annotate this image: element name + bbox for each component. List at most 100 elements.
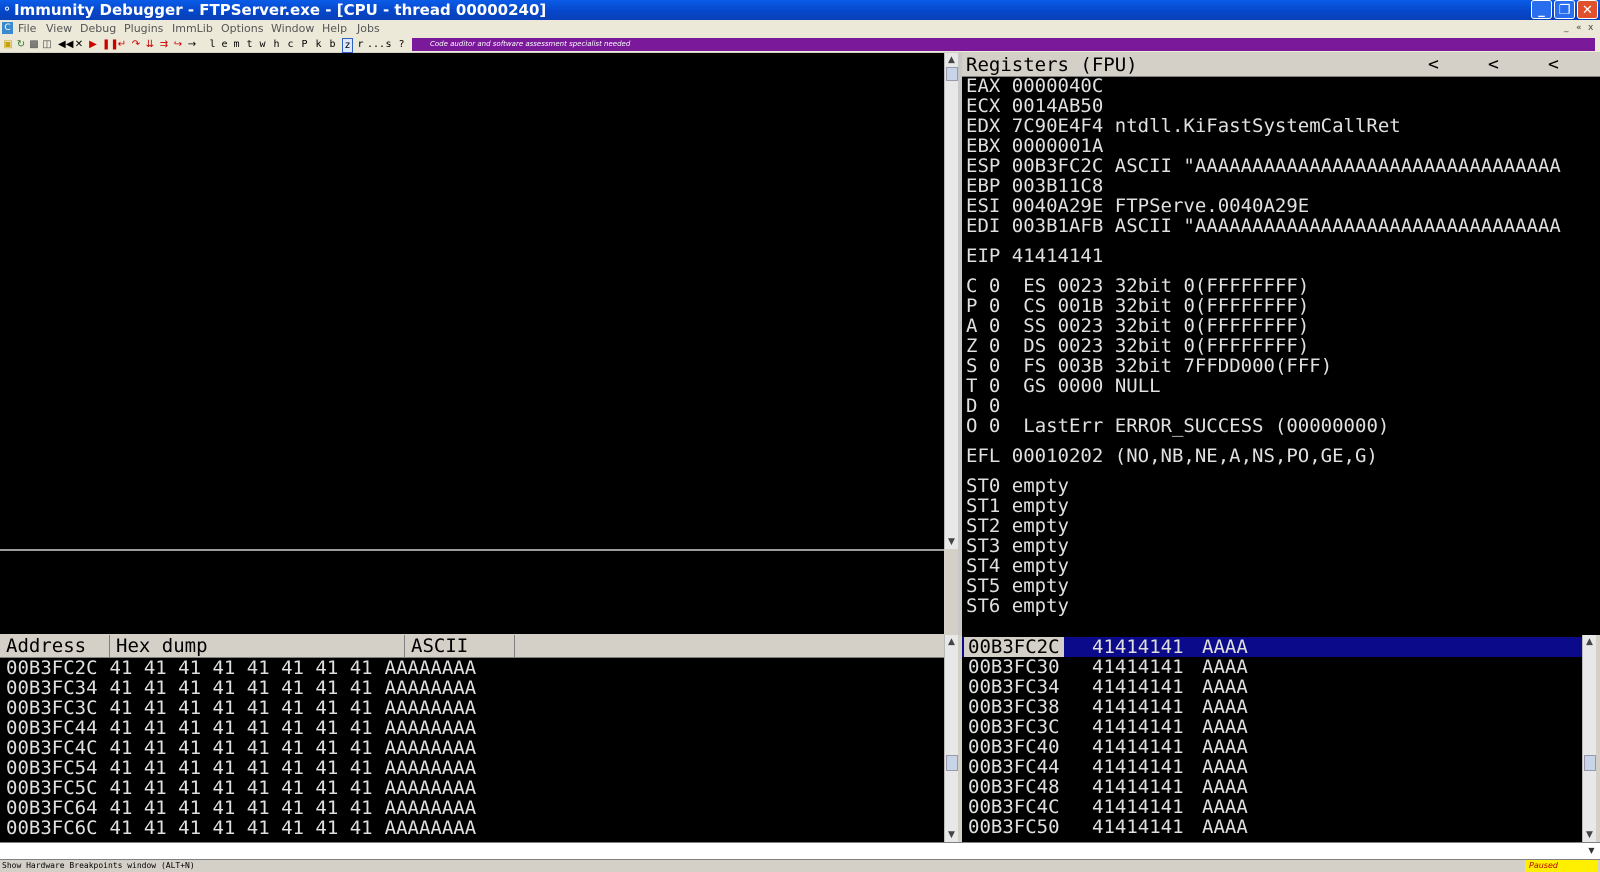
promo-banner[interactable]: Code auditor and software assessment spe… <box>412 38 1595 51</box>
menu-plugins[interactable]: Plugins <box>124 21 163 36</box>
trace-into-icon[interactable]: ⇊ <box>144 38 156 51</box>
restore-button[interactable]: ❐ <box>1554 0 1575 19</box>
fpu-register-row[interactable]: ST6 empty <box>966 596 1069 616</box>
stack-row-selected[interactable]: 00B3FC2C 41414141 AAAA <box>962 637 1582 657</box>
menu-view[interactable]: View <box>46 21 72 36</box>
mdi-minimize-button[interactable]: _ <box>1564 21 1569 36</box>
trace-over-icon[interactable]: ⇉ <box>158 38 170 51</box>
dump-scrollbar[interactable]: ▲ ▼ <box>944 635 958 842</box>
stack-row[interactable]: 00B3FC38 41414141 AAAA <box>962 697 1582 717</box>
fpu-register-row[interactable]: ST1 empty <box>966 496 1069 516</box>
menu-options[interactable]: Options <box>221 21 263 36</box>
stack-row[interactable]: 00B3FC44 41414141 AAAA <box>962 757 1582 777</box>
register-row[interactable]: EBX 0000001A <box>966 136 1103 156</box>
register-row[interactable]: EBP 003B11C8 <box>966 176 1103 196</box>
dump-row[interactable]: 00B3FC4C 41 41 41 41 41 41 41 41 AAAAAAAA <box>6 738 476 758</box>
dump-row[interactable]: 00B3FC54 41 41 41 41 41 41 41 41 AAAAAAAA <box>6 758 476 778</box>
dump-pane[interactable]: Address Hex dump ASCII 00B3FC2C 41 41 41 … <box>0 635 944 842</box>
flag-row[interactable]: O 0 LastErr ERROR_SUCCESS (00000000) <box>966 416 1389 436</box>
step-over-icon[interactable]: ↷ <box>130 38 142 51</box>
efl-register-row[interactable]: EFL 00010202 (NO,NB,NE,A,NS,PO,GE,G) <box>966 446 1378 466</box>
stack-row[interactable]: 00B3FC34 41414141 AAAA <box>962 677 1582 697</box>
register-row[interactable]: ECX 0014AB50 <box>966 96 1103 116</box>
dump-row[interactable]: 00B3FC5C 41 41 41 41 41 41 41 41 AAAAAAAA <box>6 778 476 798</box>
flag-row[interactable]: Z 0 DS 0023 32bit 0(FFFFFFFF) <box>966 336 1309 356</box>
toolbar-log-button[interactable]: l <box>208 38 217 51</box>
stack-row[interactable]: 00B3FC4C 41414141 AAAA <box>962 797 1582 817</box>
rewind-icon[interactable]: ◀◀ <box>58 38 73 51</box>
scroll-up-icon[interactable]: ▲ <box>1583 635 1596 649</box>
toolbar-windows-button[interactable]: w <box>258 38 267 51</box>
fpu-register-row[interactable]: ST4 empty <box>966 556 1069 576</box>
registers-header[interactable]: Registers (FPU) < < < <box>962 53 1600 77</box>
mdi-close-button[interactable]: x <box>1588 21 1593 36</box>
fpu-register-row[interactable]: ST5 empty <box>966 576 1069 596</box>
toolbar-cpu-button[interactable]: c <box>286 38 295 51</box>
registers-nav-button[interactable]: < <box>1548 53 1559 77</box>
toolbar-handles-button[interactable]: h <box>272 38 281 51</box>
stack-row[interactable]: 00B3FC30 41414141 AAAA <box>962 657 1582 677</box>
menu-debug[interactable]: Debug <box>80 21 116 36</box>
close-file-icon[interactable]: ▩ <box>29 38 39 51</box>
column-header-address[interactable]: Address <box>0 635 110 657</box>
dump-row[interactable]: 00B3FC64 41 41 41 41 41 41 41 41 AAAAAAAA <box>6 798 476 818</box>
scroll-up-icon[interactable]: ▲ <box>945 635 958 649</box>
menu-help[interactable]: Help <box>322 21 347 36</box>
register-row[interactable]: EAX 0000040C <box>966 76 1103 96</box>
open-icon[interactable]: ▣ <box>3 38 13 51</box>
toolbar-threads-button[interactable]: t <box>245 38 254 51</box>
column-header-hex-dump[interactable]: Hex dump <box>110 635 405 657</box>
restart-icon[interactable]: ↻ <box>16 38 26 51</box>
stack-row[interactable]: 00B3FC40 41414141 AAAA <box>962 737 1582 757</box>
fpu-register-row[interactable]: ST0 empty <box>966 476 1069 496</box>
flag-row[interactable]: D 0 <box>966 396 1000 416</box>
close-button[interactable]: ✕ <box>1577 0 1598 19</box>
toolbar-callstack-button[interactable]: k <box>314 38 323 51</box>
scrollbar-thumb[interactable] <box>946 67 958 81</box>
pause-icon[interactable]: ❚❚ <box>102 38 119 51</box>
fpu-register-row[interactable]: ST3 empty <box>966 536 1069 556</box>
command-input[interactable]: ▼ <box>0 842 1600 860</box>
flag-row[interactable]: S 0 FS 003B 32bit 7FFDD000(FFF) <box>966 356 1332 376</box>
menu-immlib[interactable]: ImmLib <box>172 21 213 36</box>
mdi-window-icon[interactable]: C <box>2 22 13 34</box>
toolbar-memory-button[interactable]: m <box>232 38 241 51</box>
stack-row[interactable]: 00B3FC48 41414141 AAAA <box>962 777 1582 797</box>
stack-scrollbar[interactable]: ▲ ▼ <box>1582 635 1596 842</box>
eip-register-row[interactable]: EIP 41414141 <box>966 246 1103 266</box>
flag-row[interactable]: A 0 SS 0023 32bit 0(FFFFFFFF) <box>966 316 1309 336</box>
register-row[interactable]: EDI 003B1AFB ASCII "AAAAAAAAAAAAAAAAAAAA… <box>966 216 1561 236</box>
register-row[interactable]: ESP 00B3FC2C ASCII "AAAAAAAAAAAAAAAAAAAA… <box>966 156 1561 176</box>
registers-nav-button[interactable]: < <box>1488 53 1499 77</box>
toolbar-references-button[interactable]: r <box>356 38 365 51</box>
register-row[interactable]: EDX 7C90E4F4 ntdll.KiFastSystemCallRet <box>966 116 1401 136</box>
dump-row[interactable]: 00B3FC3C 41 41 41 41 41 41 41 41 AAAAAAAA <box>6 698 476 718</box>
stop-icon[interactable]: ✕ <box>74 38 84 51</box>
toolbar-hw-breakpoints-button[interactable]: z <box>342 38 353 53</box>
flag-row[interactable]: T 0 GS 0000 NULL <box>966 376 1161 396</box>
dump-row[interactable]: 00B3FC2C 41 41 41 41 41 41 41 41 AAAAAAAA <box>6 658 476 678</box>
fpu-register-row[interactable]: ST2 empty <box>966 516 1069 536</box>
column-header-ascii[interactable]: ASCII <box>405 635 515 657</box>
scroll-down-icon[interactable]: ▼ <box>945 828 958 842</box>
go-to-icon[interactable]: → <box>186 38 198 51</box>
stack-row[interactable]: 00B3FC3C 41414141 AAAA <box>962 717 1582 737</box>
mdi-restore-button[interactable]: « <box>1576 21 1582 36</box>
stack-pane[interactable]: 00B3FC2C 41414141 AAAA 00B3FC30 41414141 AAA… <box>962 635 1582 842</box>
toolbar-patches-button[interactable]: P <box>300 38 309 51</box>
flag-row[interactable]: C 0 ES 0023 32bit 0(FFFFFFFF) <box>966 276 1309 296</box>
toolbar-source-button[interactable]: s <box>384 38 393 51</box>
minimize-button[interactable]: _ <box>1531 0 1552 19</box>
toolbar-run-trace-button[interactable]: ... <box>367 38 385 51</box>
toolbar-help-button[interactable]: ? <box>397 38 406 51</box>
menu-window[interactable]: Window <box>271 21 314 36</box>
stack-row[interactable]: 00B3FC50 41414141 AAAA <box>962 817 1582 837</box>
run-icon[interactable]: ▶ <box>88 38 98 51</box>
flag-row[interactable]: P 0 CS 001B 32bit 0(FFFFFFFF) <box>966 296 1309 316</box>
step-into-icon[interactable]: ↵ <box>116 38 128 51</box>
execute-till-return-icon[interactable]: ↪ <box>172 38 184 51</box>
toolbar-breakpoints-button[interactable]: b <box>328 38 337 51</box>
dump-row[interactable]: 00B3FC6C 41 41 41 41 41 41 41 41 AAAAAAAA <box>6 818 476 838</box>
dump-row[interactable]: 00B3FC34 41 41 41 41 41 41 41 41 AAAAAAAA <box>6 678 476 698</box>
scroll-down-icon[interactable]: ▼ <box>945 535 958 549</box>
